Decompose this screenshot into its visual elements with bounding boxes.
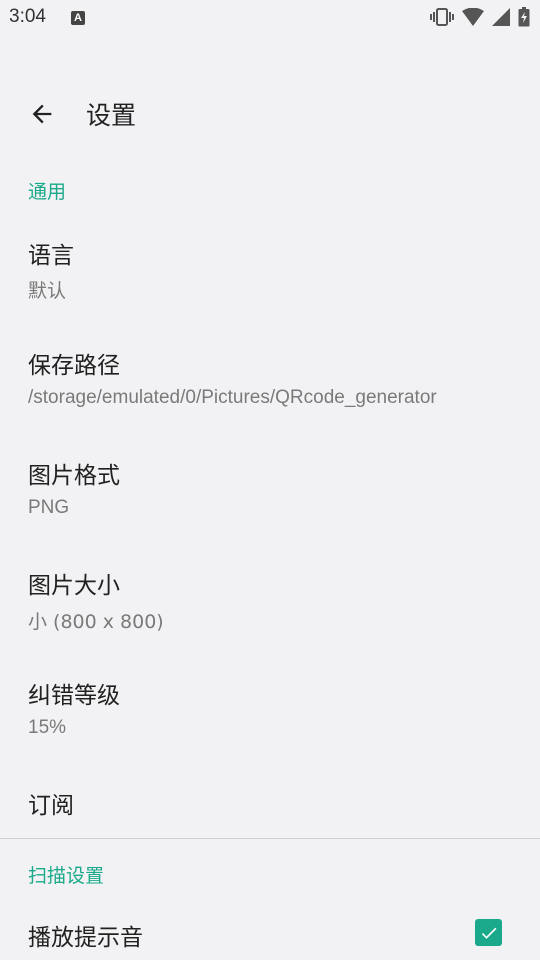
pref-title: 纠错等级 (28, 683, 120, 709)
pref-title: 订阅 (28, 793, 74, 819)
signal-icon (492, 8, 510, 26)
wifi-icon (462, 8, 484, 26)
status-time: 3:04 (9, 6, 46, 27)
battery-charging-icon (518, 7, 530, 27)
status-bar: 3:04 A (0, 0, 540, 36)
toolbar: 设置 (0, 84, 540, 144)
play-sound-checkbox[interactable] (475, 919, 502, 946)
section-header-scan: 扫描设置 (28, 865, 105, 887)
pref-summary: 小 (800 x 800) (28, 611, 164, 633)
pref-language[interactable]: 语言 默认 (0, 222, 540, 322)
pref-error-correction[interactable]: 纠错等级 15% (0, 662, 540, 762)
check-icon (481, 927, 496, 939)
section-header-general: 通用 (28, 181, 67, 203)
back-button[interactable] (22, 94, 62, 134)
pref-subscribe[interactable]: 订阅 (0, 772, 540, 836)
pref-summary: 默认 (28, 280, 67, 302)
pref-play-sound[interactable]: 播放提示音 (0, 906, 540, 960)
pref-title: 图片大小 (28, 573, 120, 599)
pref-title: 语言 (28, 243, 74, 269)
page-title: 设置 (86, 101, 137, 130)
pref-summary: PNG (28, 497, 70, 518)
a-icon: A (71, 11, 85, 25)
vibrate-icon (430, 8, 454, 26)
status-icons (430, 6, 530, 28)
section-divider (0, 838, 540, 839)
pref-image-format[interactable]: 图片格式 PNG (0, 442, 540, 542)
pref-image-size[interactable]: 图片大小 小 (800 x 800) (0, 552, 540, 652)
arrow-left-icon (32, 104, 52, 124)
pref-summary: 15% (28, 717, 67, 738)
pref-save-path[interactable]: 保存路径 /storage/emulated/0/Pictures/QRcode… (0, 332, 540, 432)
pref-title: 播放提示音 (28, 925, 143, 951)
pref-title: 保存路径 (28, 353, 120, 379)
pref-summary: /storage/emulated/0/Pictures/QRcode_gene… (28, 387, 437, 408)
pref-title: 图片格式 (28, 463, 120, 489)
